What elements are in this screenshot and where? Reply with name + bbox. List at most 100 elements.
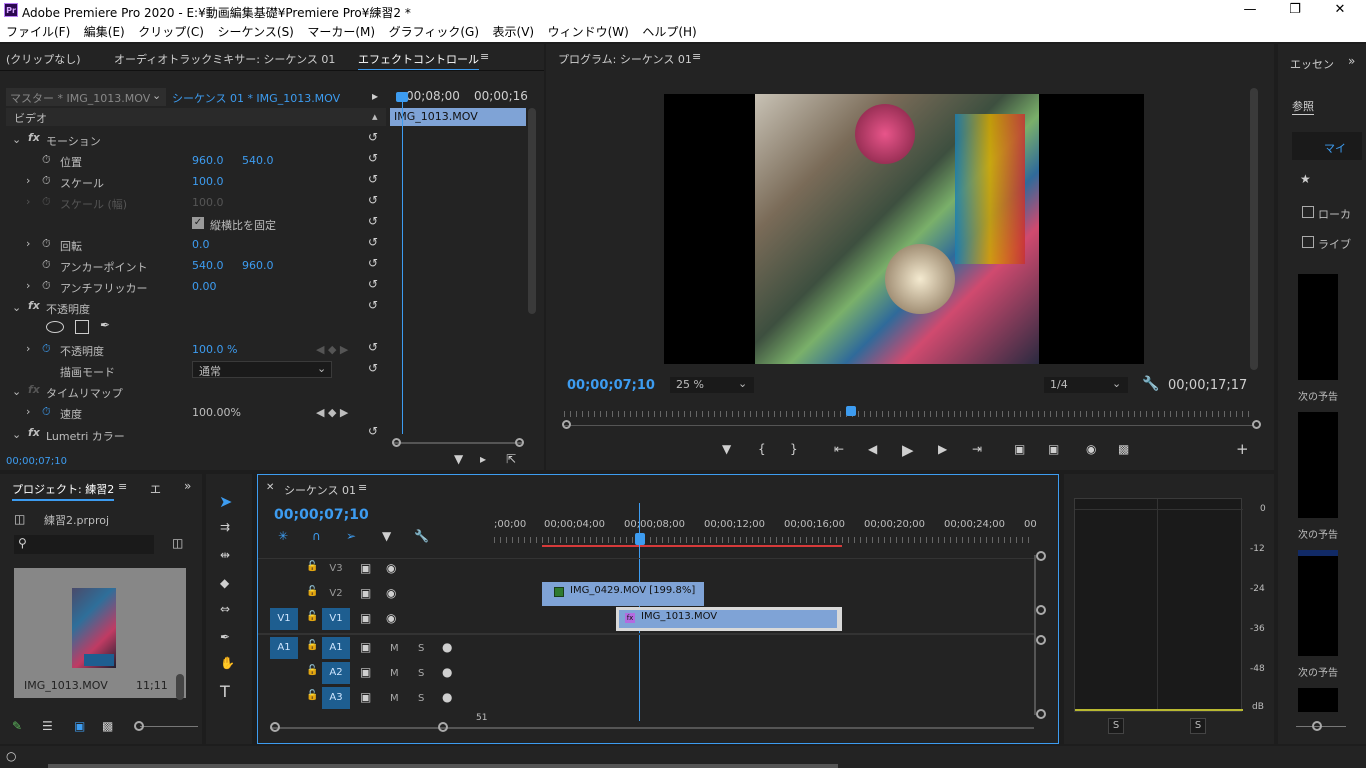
sync-lock-icon[interactable]: ▣ (360, 665, 371, 679)
menu-marker[interactable]: マーカー(M) (307, 22, 375, 42)
reset-icon[interactable]: ↺ (368, 340, 378, 354)
reset-icon[interactable]: ↺ (368, 214, 378, 228)
add-button-icon[interactable]: + (1236, 440, 1249, 458)
expand-icon[interactable]: › (26, 279, 30, 292)
track-a3[interactable]: A3 (322, 687, 350, 709)
mute-icon[interactable]: M (390, 643, 399, 654)
minimize-icon[interactable]: — (1240, 2, 1260, 17)
freeform-view-icon[interactable]: ▩ (102, 719, 113, 733)
sync-lock-icon[interactable]: ▣ (360, 611, 371, 625)
template-thumb[interactable] (1298, 688, 1338, 712)
menu-view[interactable]: 表示(V) (493, 22, 535, 42)
thumb-size-handle[interactable] (1312, 721, 1322, 731)
timeline-vscroll[interactable] (1034, 555, 1036, 715)
mark-in-icon[interactable]: { (758, 442, 766, 456)
reset-icon[interactable]: ↺ (368, 193, 378, 207)
razor-tool-icon[interactable]: ◆ (220, 576, 229, 590)
local-checkbox[interactable] (1302, 206, 1314, 218)
extract-icon[interactable]: ▣ (1048, 442, 1059, 456)
reset-icon[interactable]: ↺ (368, 235, 378, 249)
program-timecode[interactable]: 00;00;07;10 (567, 378, 655, 393)
track-v1[interactable]: V1 (322, 608, 350, 630)
rotation-value[interactable]: 0.0 (192, 238, 210, 251)
mute-icon[interactable]: M (390, 668, 399, 679)
expand-icon[interactable]: › (26, 237, 30, 250)
panel-menu-icon[interactable]: ≡ (480, 50, 489, 63)
solo-right-button[interactable]: S (1190, 718, 1206, 734)
panel-menu-icon[interactable]: ≡ (692, 50, 701, 63)
expand-icon[interactable]: › (26, 342, 30, 355)
blend-mode-select[interactable]: 通常 ⌄ (192, 361, 332, 378)
source-a1[interactable]: A1 (270, 637, 298, 659)
solo-left-button[interactable]: S (1108, 718, 1124, 734)
timeline-timecode[interactable]: 00;00;07;10 (274, 507, 369, 523)
collapse-up-icon[interactable]: ▴ (372, 110, 378, 123)
pen-mask-icon[interactable]: ✒ (100, 318, 110, 332)
microphone-icon[interactable]: ● (442, 640, 452, 654)
step-back-icon[interactable]: ◀ (868, 442, 877, 456)
video-frame[interactable] (664, 94, 1144, 364)
ec-scrollbar[interactable] (528, 108, 536, 314)
timeline-title[interactable]: シーケンス 01 (284, 482, 356, 498)
linked-select-icon[interactable]: ➢ (346, 529, 356, 543)
uniform-scale-checkbox[interactable]: ✓ (192, 217, 204, 229)
zoom-slider-handle[interactable] (134, 721, 144, 731)
sync-lock-icon[interactable]: ▣ (360, 561, 371, 575)
reset-icon[interactable]: ↺ (368, 298, 378, 312)
reset-icon[interactable]: ↺ (368, 256, 378, 270)
fx-icon[interactable]: fx (28, 131, 40, 144)
close-icon[interactable]: ✕ (1330, 2, 1350, 17)
expand-icon[interactable]: ⌄ (12, 385, 21, 398)
anchor-y-value[interactable]: 960.0 (242, 259, 274, 272)
program-title[interactable]: プログラム: シーケンス 01 (558, 51, 692, 67)
menu-file[interactable]: ファイル(F) (6, 22, 70, 42)
position-x-value[interactable]: 960.0 (192, 154, 224, 167)
reset-icon[interactable]: ↺ (368, 172, 378, 186)
sync-lock-icon[interactable]: ▣ (360, 640, 371, 654)
pencil-icon[interactable]: ✎ (12, 719, 22, 733)
reset-icon[interactable]: ↺ (368, 130, 378, 144)
template-thumb[interactable] (1298, 550, 1338, 656)
tab-browse[interactable]: 参照 (1292, 98, 1314, 115)
stopwatch-icon[interactable]: ⏱ (42, 174, 51, 188)
lock-icon[interactable]: 🔓 (306, 611, 318, 622)
eye-icon[interactable]: ◉ (386, 561, 396, 575)
hscroll-handle-left[interactable] (270, 722, 280, 732)
eye-icon[interactable]: ◉ (386, 611, 396, 625)
program-scrollbar[interactable] (1250, 88, 1258, 370)
play-icon[interactable]: ▶ (902, 441, 914, 459)
vscroll-handle[interactable] (1036, 605, 1046, 615)
stopwatch-active-icon[interactable]: ⏱ (42, 342, 51, 356)
tab-effects[interactable]: エ (150, 481, 161, 497)
lift-icon[interactable]: ▣ (1014, 442, 1025, 456)
keyframe-nav-icon[interactable]: ◀ ◆ ▶ (316, 343, 348, 356)
add-marker-icon[interactable]: ▼ (382, 529, 391, 543)
pen-tool-icon[interactable]: ✒ (220, 630, 230, 644)
menu-clip[interactable]: クリップ(C) (138, 22, 204, 42)
quality-select[interactable]: 1/4 ⌄ (1044, 377, 1128, 393)
panel-menu-icon[interactable]: ≡ (118, 480, 127, 493)
track-a2[interactable]: A2 (322, 662, 350, 684)
mark-out-icon[interactable]: } (790, 442, 798, 456)
program-zoom-left[interactable] (562, 420, 571, 429)
menu-edit[interactable]: 編集(E) (84, 22, 125, 42)
wrench-icon[interactable]: 🔧 (1142, 376, 1159, 392)
go-to-in-icon[interactable]: ⇤ (834, 442, 844, 456)
menu-help[interactable]: ヘルプ(H) (642, 22, 696, 42)
ec-playhead[interactable] (402, 94, 403, 434)
slip-tool-icon[interactable]: ⇔ (220, 602, 230, 616)
track-v3[interactable]: V3 (322, 558, 350, 580)
star-icon[interactable]: ★ (1300, 172, 1311, 186)
track-select-tool-icon[interactable]: ⇉ (220, 520, 230, 534)
nest-icon[interactable]: ✳ (278, 529, 288, 543)
fx-icon[interactable]: fx (28, 299, 40, 312)
mute-icon[interactable]: M (390, 693, 399, 704)
stopwatch-icon[interactable]: ⏱ (42, 237, 51, 251)
add-marker-icon[interactable]: ▼ (722, 442, 731, 456)
wrench-icon[interactable]: 🔧 (414, 529, 429, 543)
expand-icon[interactable]: › (26, 174, 30, 187)
timeline-hscroll[interactable] (270, 727, 1034, 729)
menu-window[interactable]: ウィンドウ(W) (548, 22, 629, 42)
ec-zoom-handle-right[interactable] (515, 438, 524, 447)
sequence-clip-label[interactable]: シーケンス 01 * IMG_1013.MOV (172, 90, 340, 106)
